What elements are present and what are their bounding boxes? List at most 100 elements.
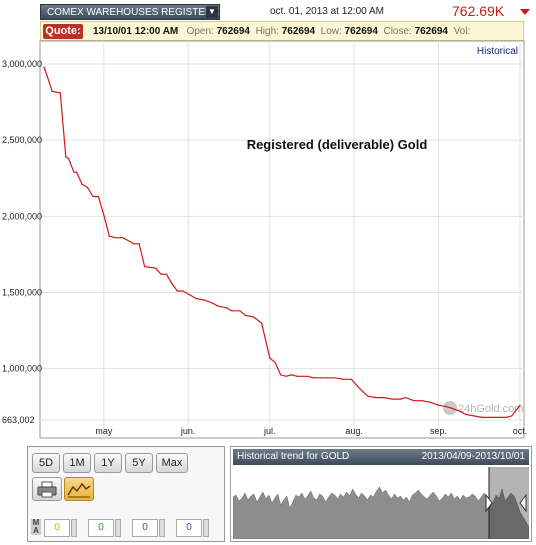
data-point	[51, 90, 53, 93]
data-point	[252, 316, 255, 318]
data-point	[505, 416, 507, 419]
data-point	[320, 377, 323, 379]
data-point	[473, 415, 475, 417]
ma-spinner-4[interactable]	[203, 519, 209, 537]
data-point	[465, 413, 467, 415]
data-point	[421, 400, 423, 402]
data-point	[154, 267, 157, 269]
data-point	[225, 307, 227, 309]
overview-title: Historical trend for GOLD	[237, 451, 350, 462]
x-tick-label: aug.	[345, 426, 363, 436]
period-5d-button[interactable]: 5D	[32, 453, 60, 473]
data-point	[481, 416, 483, 419]
data-point	[176, 290, 178, 292]
data-point	[326, 377, 328, 379]
data-point	[429, 401, 431, 403]
main-chart: 3,000,000 2,500,000 2,000,000 1,500,000 1,00…	[2, 40, 528, 439]
ma-spinner-3[interactable]	[159, 519, 165, 537]
ma-label: MAMA	[31, 518, 41, 535]
chart-title: Registered (deliverable) Gold	[247, 137, 428, 152]
data-point	[239, 310, 241, 312]
data-point	[81, 183, 83, 185]
data-point	[269, 357, 271, 359]
data-point	[399, 398, 401, 400]
data-point	[497, 416, 499, 419]
data-point	[144, 266, 146, 268]
data-point	[342, 378, 344, 380]
data-point	[261, 322, 263, 324]
data-point	[195, 297, 197, 300]
data-point	[67, 157, 70, 160]
controls-panel: 5D 1M 1Y 5Y Max MAMA 0 0 0 0	[27, 446, 225, 542]
data-point	[459, 410, 461, 412]
data-point	[122, 237, 124, 239]
overview-chart[interactable]	[233, 467, 529, 539]
data-point	[489, 416, 491, 419]
data-point	[350, 378, 352, 380]
line-chart-icon	[67, 482, 91, 498]
overview-navigator[interactable]: Historical trend for GOLD 2013/04/09-201…	[230, 446, 532, 542]
data-point	[244, 314, 246, 316]
data-point	[231, 310, 233, 312]
print-button[interactable]	[32, 477, 62, 501]
data-point	[97, 195, 99, 198]
data-point	[138, 243, 140, 245]
overview-area	[233, 486, 529, 539]
x-tick-label: jul.	[263, 426, 276, 436]
period-1y-button[interactable]: 1Y	[94, 453, 122, 473]
ma-spinner-1[interactable]	[71, 519, 77, 537]
period-max-button[interactable]: Max	[156, 453, 188, 473]
ma-input-1[interactable]: 0	[44, 519, 70, 537]
data-point	[301, 375, 303, 377]
data-point	[383, 397, 385, 399]
period-1m-button[interactable]: 1M	[63, 453, 91, 473]
data-point	[307, 375, 309, 377]
data-point	[280, 374, 282, 376]
y-tick-label: 663,002	[2, 415, 35, 425]
overview-header: Historical trend for GOLD 2013/04/09-201…	[233, 449, 529, 465]
ma-input-3[interactable]: 0	[132, 519, 158, 537]
y-tick-label: 1,000,000	[2, 364, 42, 374]
y-axis: 3,000,000 2,500,000 2,000,000 1,500,000 1,00…	[2, 59, 42, 425]
period-5y-button[interactable]: 5Y	[125, 453, 153, 473]
data-point	[133, 243, 135, 245]
data-point	[76, 171, 78, 173]
historical-link[interactable]: Historical	[477, 46, 518, 57]
data-point	[114, 237, 116, 239]
data-point	[312, 377, 314, 379]
line-chart-toggle[interactable]	[64, 477, 94, 501]
data-point	[171, 282, 173, 284]
overview-range: 2013/04/09-2013/10/01	[421, 451, 525, 462]
data-point	[358, 387, 361, 390]
data-point	[519, 404, 521, 406]
ma-input-2[interactable]: 0	[88, 519, 114, 537]
data-point	[296, 375, 298, 377]
y-tick-label: 2,000,000	[2, 211, 42, 221]
data-point	[405, 397, 407, 399]
data-point	[182, 290, 184, 292]
x-tick-label: oct.	[513, 426, 528, 436]
data-point	[367, 395, 369, 397]
x-tick-label: sep.	[430, 426, 447, 436]
data-point	[375, 397, 377, 399]
data-point	[290, 374, 293, 376]
data-point	[59, 92, 61, 94]
data-point	[43, 66, 45, 68]
data-point	[212, 302, 214, 304]
y-tick-label: 2,500,000	[2, 135, 42, 145]
ma-input-4[interactable]: 0	[176, 519, 202, 537]
x-tick-label: jun.	[180, 426, 196, 436]
data-point	[187, 293, 189, 295]
data-point	[511, 415, 513, 417]
data-point	[86, 186, 89, 188]
data-point	[73, 171, 75, 173]
data-point	[217, 305, 219, 307]
data-point	[160, 273, 162, 275]
data-point	[437, 404, 439, 406]
data-point	[445, 406, 448, 408]
ma-spinner-2[interactable]	[115, 519, 121, 537]
data-point	[108, 235, 110, 237]
data-point	[165, 273, 167, 275]
data-point	[203, 299, 206, 301]
data-point	[46, 74, 48, 76]
